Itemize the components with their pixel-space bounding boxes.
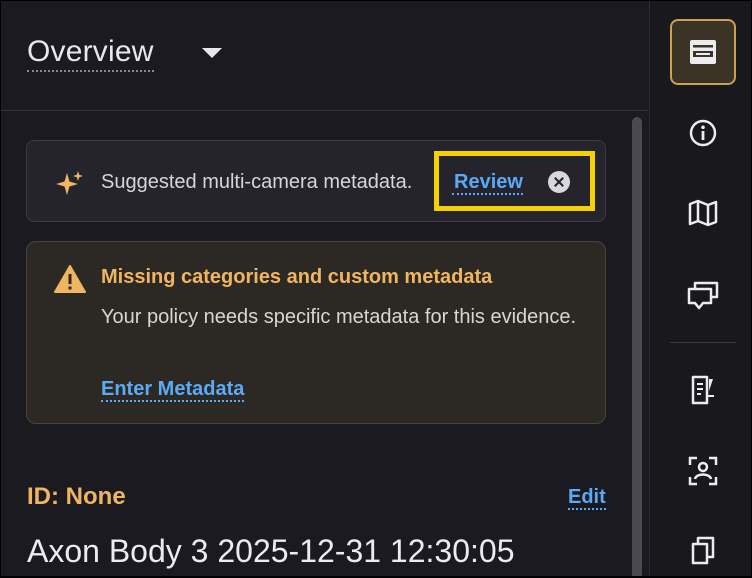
enter-metadata-link[interactable]: Enter Metadata xyxy=(101,378,245,402)
copies-button[interactable] xyxy=(670,517,736,576)
overview-panel-button[interactable] xyxy=(670,19,736,85)
panel-header: Overview xyxy=(1,1,648,111)
app-window: Overview Suggested multi-camera metadata… xyxy=(1,1,751,576)
info-icon xyxy=(689,119,717,147)
document-edit-button[interactable] xyxy=(670,357,736,423)
person-scan-icon xyxy=(688,456,718,486)
person-scan-button[interactable] xyxy=(670,438,736,504)
alert-body: Your policy needs specific metadata for … xyxy=(101,306,577,328)
page-title[interactable]: Overview xyxy=(27,34,154,72)
edit-link[interactable]: Edit xyxy=(568,486,606,510)
map-icon xyxy=(688,199,718,227)
highlight-box xyxy=(434,151,595,211)
alert-title: Missing categories and custom metadata xyxy=(101,266,493,288)
id-label: ID: None xyxy=(27,483,126,510)
scrollbar[interactable] xyxy=(632,117,642,576)
sparkle-icon xyxy=(56,171,83,195)
info-button[interactable] xyxy=(670,100,736,166)
comments-icon xyxy=(687,281,719,310)
overview-panel-icon xyxy=(690,40,716,64)
chevron-down-icon[interactable] xyxy=(202,48,222,58)
missing-metadata-alert: Missing categories and custom metadata Y… xyxy=(26,241,606,424)
warning-icon xyxy=(54,265,86,293)
right-icon-rail xyxy=(649,1,751,576)
comments-button[interactable] xyxy=(670,262,736,328)
copies-icon xyxy=(691,536,715,565)
map-button[interactable] xyxy=(670,180,736,246)
document-edit-icon xyxy=(691,375,714,405)
suggestion-text: Suggested multi-camera metadata. xyxy=(101,171,413,193)
overview-panel: Overview Suggested multi-camera metadata… xyxy=(1,1,648,576)
rail-divider xyxy=(670,342,736,343)
record-title: Axon Body 3 2025-12-31 12:30:05 xyxy=(27,533,515,569)
